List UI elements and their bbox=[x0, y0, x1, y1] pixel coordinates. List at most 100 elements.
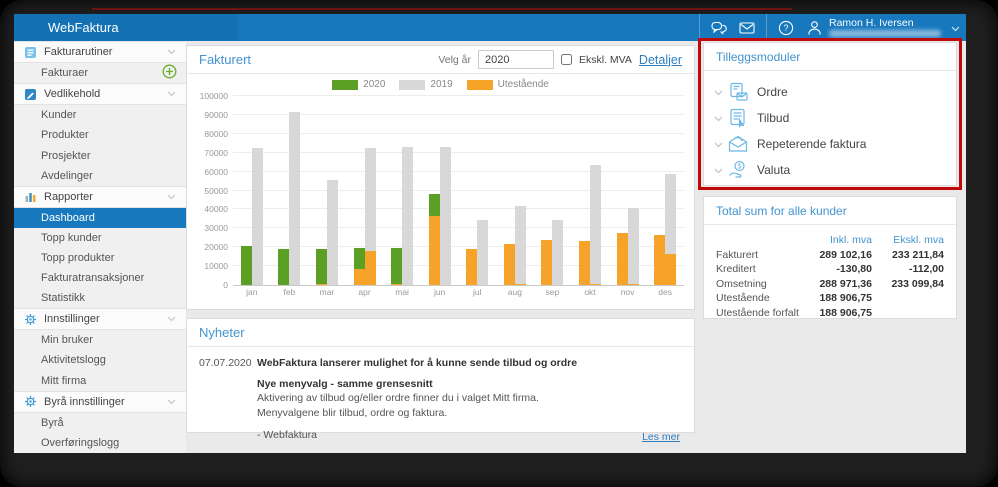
legend-swatch bbox=[466, 79, 493, 90]
x-tick-label: okt bbox=[584, 287, 596, 297]
chevron-down-icon[interactable] bbox=[714, 83, 726, 101]
reports-icon bbox=[24, 190, 37, 203]
x-tick-label: apr bbox=[358, 287, 371, 297]
legend-item-2020: 2020 bbox=[332, 79, 385, 90]
sidebar-item-prosjekter[interactable]: Prosjekter bbox=[14, 145, 186, 165]
x-tick-label: nov bbox=[620, 287, 635, 297]
add-invoice-icon[interactable] bbox=[162, 64, 177, 82]
fakturert-chart: 0 10000 20000 30000 40000 50000 60000 70000 8000… bbox=[193, 91, 684, 301]
sidebar-item-innstillinger[interactable]: Innstillinger bbox=[14, 308, 186, 331]
sidebar-item-label: Fakturarutiner bbox=[44, 46, 113, 59]
fakturert-panel-header: Fakturert Velg år Ekskl. MVA Detaljer bbox=[187, 46, 694, 74]
sidebar-item-aktivitetslogg[interactable]: Aktivitetslogg bbox=[14, 350, 186, 370]
main-content: Fakturert Velg år Ekskl. MVA Detaljer 20… bbox=[186, 38, 966, 453]
ordre-icon bbox=[726, 81, 750, 103]
chevron-down-icon[interactable] bbox=[951, 19, 960, 37]
chart-plot: jan feb mar apr mai jun jul aug sep okt nov des bbox=[233, 95, 684, 301]
totals-excl-value bbox=[872, 306, 944, 321]
totals-row-label: Utestående forfalt bbox=[716, 306, 799, 319]
sidebar-item-avdelinger[interactable]: Avdelinger bbox=[14, 166, 186, 186]
module-item-tilbud[interactable]: Tilbud bbox=[714, 105, 946, 131]
svg-text:$: $ bbox=[738, 164, 742, 171]
sidebar-item-kunder[interactable]: Kunder bbox=[14, 105, 186, 125]
bar-2020 bbox=[278, 249, 290, 285]
chevron-down-icon[interactable] bbox=[714, 109, 726, 127]
webfaktura-app: WebFaktura ? Ramon H. Iversen Fakturarut… bbox=[14, 14, 966, 453]
module-item-ordre[interactable]: Ordre bbox=[714, 79, 946, 105]
ekskl-mva-checkbox[interactable] bbox=[561, 54, 573, 65]
news-headline: WebFaktura lanserer mulighet for å kunne… bbox=[257, 357, 578, 369]
bar-utestaende-2020 bbox=[466, 249, 478, 285]
y-tick-label: 100000 bbox=[199, 91, 228, 101]
les-mer-link[interactable]: Les mer bbox=[642, 431, 680, 443]
totals-row-omsetning: Omsetning 288 971,36 233 099,84 bbox=[716, 277, 944, 292]
module-item-valuta[interactable]: $ Valuta bbox=[714, 157, 946, 183]
bar-2019 bbox=[514, 205, 526, 285]
help-icon[interactable]: ? bbox=[777, 19, 795, 37]
bar-2019 bbox=[251, 147, 263, 285]
x-tick-label: jan bbox=[246, 287, 258, 297]
frame-accent-line bbox=[92, 8, 792, 10]
sidebar-item-statistikk[interactable]: Statistikk bbox=[14, 288, 186, 308]
month-group-mai bbox=[383, 96, 421, 285]
sidebar-item-mitt-firma[interactable]: Mitt firma bbox=[14, 371, 186, 391]
repeterende-faktura-icon bbox=[726, 133, 750, 155]
news-body-line: Menyvalgene blir tilbud, ordre og faktur… bbox=[257, 407, 448, 419]
bar-2020 bbox=[315, 249, 327, 285]
month-group-des bbox=[646, 96, 684, 285]
y-tick-label: 30000 bbox=[204, 223, 228, 234]
sidebar-item-topp-produkter[interactable]: Topp produkter bbox=[14, 248, 186, 268]
totals-row-utest-ende: Utestående 188 906,75 bbox=[716, 291, 944, 306]
user-menu[interactable]: Ramon H. Iversen bbox=[805, 18, 960, 37]
sidebar-item-dashboard[interactable]: Dashboard bbox=[14, 207, 186, 228]
totals-incl-value: 288 971,36 bbox=[819, 277, 872, 290]
total-sum-panel: Total sum for alle kunder Inkl. mva Eksk… bbox=[703, 196, 957, 319]
sidebar-item-topp-kunder[interactable]: Topp kunder bbox=[14, 228, 186, 248]
bar-utestaende-2019 bbox=[589, 284, 601, 285]
sidebar-item-byr-innstillinger[interactable]: Byrå innstillinger bbox=[14, 390, 186, 413]
valuta-icon: $ bbox=[726, 159, 750, 181]
y-tick-label: 0 bbox=[223, 280, 228, 290]
month-group-jan bbox=[233, 96, 271, 285]
year-input[interactable] bbox=[478, 50, 555, 69]
chart-controls: Velg år Ekskl. MVA Detaljer bbox=[438, 50, 682, 69]
chart-y-axis: 0 10000 20000 30000 40000 50000 60000 70000 8000… bbox=[193, 91, 233, 301]
invoice-routines-icon bbox=[24, 46, 37, 59]
sidebar-item-label: Aktivitetslogg bbox=[41, 354, 106, 367]
totals-excl-value bbox=[872, 291, 944, 306]
sidebar-item-fakturarutiner[interactable]: Fakturarutiner bbox=[14, 41, 186, 64]
bar-2020 bbox=[428, 194, 440, 217]
sidebar-item-overf-ringslogg[interactable]: Overføringslogg bbox=[14, 433, 186, 453]
month-group-feb bbox=[271, 96, 309, 285]
sidebar-item-fakturaer[interactable]: Fakturaer bbox=[14, 63, 186, 83]
totals-row-label: Utestående bbox=[716, 292, 770, 304]
sidebar-item-fakturatransaksjoner[interactable]: Fakturatransaksjoner bbox=[14, 268, 186, 288]
sidebar-item-byr-[interactable]: Byrå bbox=[14, 413, 186, 433]
chevron-down-icon bbox=[167, 313, 176, 325]
user-icon bbox=[805, 19, 823, 37]
fakturert-panel: Fakturert Velg år Ekskl. MVA Detaljer 20… bbox=[186, 45, 695, 310]
news-subheadline: Nye menyvalg - samme grensesnitt bbox=[257, 378, 433, 390]
detaljer-link[interactable]: Detaljer bbox=[639, 53, 682, 67]
module-item-repeterende-faktura[interactable]: Repeterende faktura bbox=[714, 131, 946, 157]
chevron-down-icon[interactable] bbox=[714, 161, 726, 179]
settings-icon bbox=[24, 313, 37, 326]
sidebar-item-label: Kunder bbox=[41, 109, 77, 122]
totals-incl-value: 188 906,75 bbox=[819, 292, 872, 304]
sidebar-item-rapporter[interactable]: Rapporter bbox=[14, 185, 186, 208]
topbar-actions: ? Ramon H. Iversen bbox=[699, 14, 960, 41]
chat-icon[interactable] bbox=[710, 19, 728, 37]
sidebar-item-produkter[interactable]: Produkter bbox=[14, 125, 186, 145]
totals-col-ekskl: Ekskl. mva bbox=[893, 234, 944, 246]
mail-icon[interactable] bbox=[738, 19, 756, 37]
news-date: 07.07.2020 bbox=[199, 357, 252, 369]
sidebar-item-min-bruker[interactable]: Min bruker bbox=[14, 330, 186, 350]
bar-utestaende-2020 bbox=[616, 233, 628, 285]
total-sum-title: Total sum for alle kunder bbox=[716, 203, 847, 218]
legend-item-utest-ende: Utestående bbox=[466, 79, 549, 90]
bar-2020 bbox=[353, 248, 365, 269]
sidebar-item-vedlikehold[interactable]: Vedlikehold bbox=[14, 83, 186, 106]
sidebar-item-label: Topp kunder bbox=[41, 231, 102, 244]
totals-table: Inkl. mva Ekskl. mva Fakturert 289 102,16… bbox=[704, 225, 956, 320]
chevron-down-icon[interactable] bbox=[714, 135, 726, 153]
